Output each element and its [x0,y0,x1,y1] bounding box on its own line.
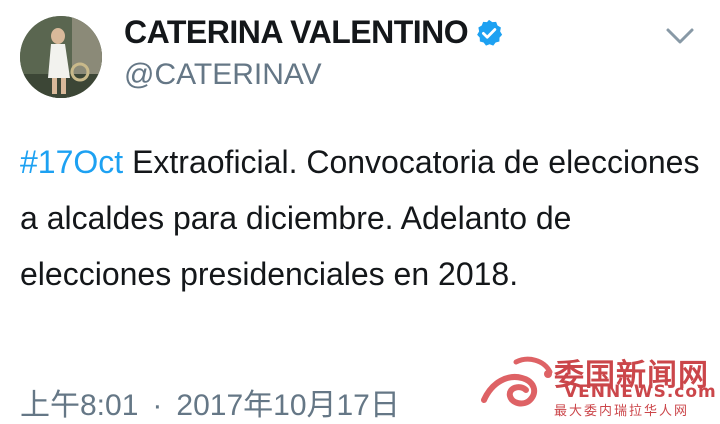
display-name[interactable]: CATERINA VALENTINO [124,14,504,51]
tweet-date: 2017年10月17日 [176,389,400,422]
display-name-text[interactable]: CATERINA VALENTINO [124,14,469,51]
chevron-down-icon[interactable] [664,24,696,48]
profile-photo-icon [20,16,102,98]
watermark: 委国新闻网 VENNEWS.com 最大委内瑞拉华人网 [478,350,718,420]
verified-badge-icon [474,18,504,48]
dragon-logo-icon [481,356,553,407]
tweet-text: #17Oct Extraoficial. Convocatoria de ele… [20,134,700,302]
avatar[interactable] [20,16,102,98]
tweet-timestamp[interactable]: 上午8:01 · 2017年10月17日 [20,380,400,424]
separator-dot: · [152,389,163,422]
watermark-name-en: VENNEWS.com [564,382,717,402]
tweet-time: 上午8:01 [20,389,139,422]
hashtag-link[interactable]: #17Oct [20,144,123,180]
user-handle[interactable]: @CATERINAV [124,58,322,92]
watermark-tagline: 最大委内瑞拉华人网 [554,404,690,419]
